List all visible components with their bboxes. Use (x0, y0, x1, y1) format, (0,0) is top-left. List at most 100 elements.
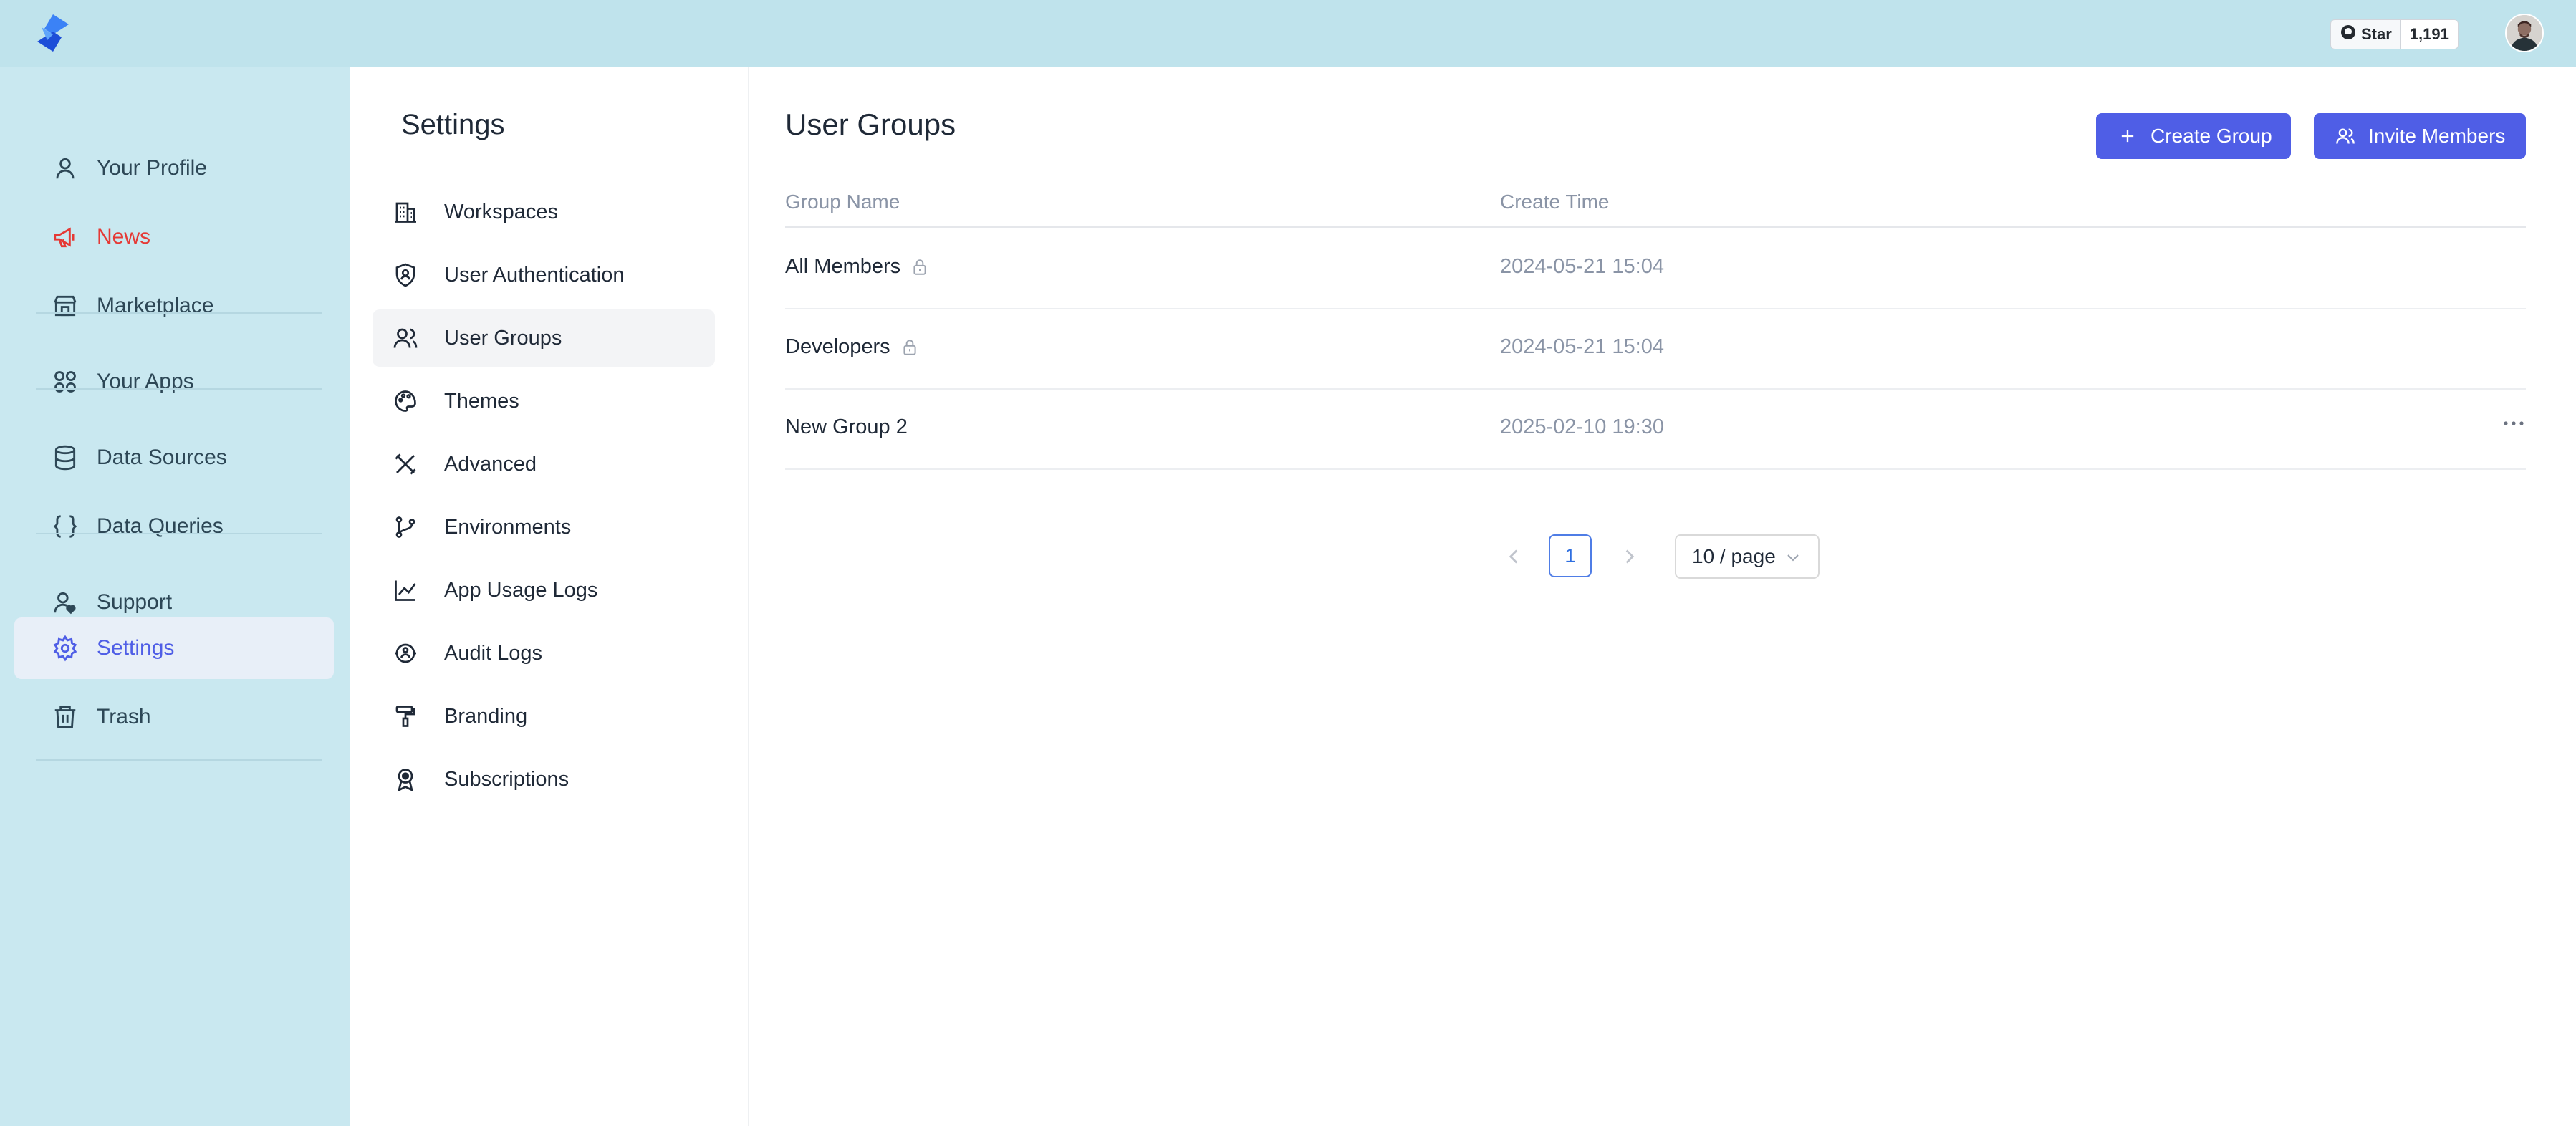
settings-item-app-usage-logs[interactable]: App Usage Logs (373, 562, 715, 619)
settings-item-label: User Authentication (444, 263, 625, 287)
sidebar-item-your-apps[interactable]: Your Apps (14, 351, 334, 413)
table-row[interactable]: Developers 2024-05-21 15:04 (785, 308, 2526, 390)
create-group-button[interactable]: Create Group (2096, 113, 2291, 159)
sidebar-item-label: Data Sources (97, 446, 227, 469)
create-time-cell: 2025-02-10 19:30 (1500, 415, 1664, 438)
settings-item-advanced[interactable]: Advanced (373, 436, 715, 493)
sidebar-item-label: Support (97, 590, 173, 614)
lock-icon (900, 338, 919, 357)
sidebar-divider (36, 759, 322, 761)
badge-icon (393, 766, 418, 792)
database-icon (52, 444, 79, 471)
invite-members-label: Invite Members (2368, 125, 2506, 147)
sidebar-item-label: Settings (97, 636, 175, 660)
store-icon (52, 292, 79, 319)
group-name-cell: New Group 2 (785, 415, 908, 439)
settings-item-user-authentication[interactable]: User Authentication (373, 246, 715, 304)
line-chart-icon (393, 577, 418, 603)
settings-item-subscriptions[interactable]: Subscriptions (373, 751, 715, 808)
github-icon (2340, 24, 2357, 45)
main-content: User Groups Create Group Invite Members … (785, 67, 2526, 1126)
sidebar-divider (36, 533, 322, 534)
sidebar-item-news[interactable]: News (14, 206, 334, 268)
settings-menu: Settings Workspaces User Authentication … (350, 67, 749, 1126)
current-page-button[interactable]: 1 (1549, 534, 1592, 577)
group-name: All Members (785, 255, 901, 278)
sidebar-item-trash[interactable]: Trash (14, 686, 334, 748)
users-icon (393, 325, 418, 351)
sidebar-item-label: News (97, 225, 151, 249)
megaphone-icon (52, 223, 79, 251)
palette-icon (393, 388, 418, 414)
chevron-right-icon[interactable] (1618, 544, 1642, 569)
settings-item-label: Environments (444, 515, 572, 539)
column-header-group-name: Group Name (785, 191, 900, 213)
settings-item-label: Workspaces (444, 200, 559, 223)
page-size-select[interactable]: 10 / page (1675, 534, 1820, 579)
sidebar-divider (36, 312, 322, 314)
chevron-down-icon (1784, 548, 1802, 565)
create-time-cell: 2024-05-21 15:04 (1500, 335, 1664, 358)
github-star-widget[interactable]: Star 1,191 (2330, 19, 2459, 49)
sidebar-item-label: Trash (97, 705, 151, 728)
user-icon (52, 155, 79, 182)
paint-roller-icon (393, 703, 418, 729)
sidebar-item-label: Marketplace (97, 294, 214, 317)
shield-user-icon (393, 262, 418, 288)
building-icon (393, 199, 418, 225)
settings-item-themes[interactable]: Themes (373, 372, 715, 430)
trash-icon (52, 703, 79, 731)
settings-item-label: Themes (444, 389, 519, 413)
more-options-icon[interactable] (2501, 413, 2526, 434)
table-row[interactable]: All Members 2024-05-21 15:04 (785, 228, 2526, 309)
github-star-count: 1,191 (2400, 20, 2458, 49)
sidebar-item-label: Data Queries (97, 514, 224, 538)
sidebar-item-label: Your Profile (97, 156, 207, 180)
braces-icon (52, 513, 79, 540)
support-user-icon (52, 589, 79, 616)
column-header-create-time: Create Time (1500, 191, 1610, 213)
settings-title: Settings (401, 109, 505, 140)
sidebar-item-data-sources[interactable]: Data Sources (14, 427, 334, 489)
group-name: New Group 2 (785, 415, 908, 438)
create-group-label: Create Group (2150, 125, 2272, 147)
pagination: 1 10 / page (785, 534, 2526, 580)
plus-icon (2118, 126, 2138, 146)
users-icon (2335, 126, 2355, 146)
group-name: Developers (785, 335, 890, 358)
left-sidebar: Your Profile News Marketplace Your Apps … (0, 67, 350, 1126)
sidebar-item-your-profile[interactable]: Your Profile (14, 138, 334, 199)
settings-item-label: Subscriptions (444, 767, 569, 791)
settings-item-label: App Usage Logs (444, 578, 598, 602)
audit-eye-icon (393, 640, 418, 666)
settings-item-user-groups[interactable]: User Groups (373, 309, 715, 367)
sidebar-item-settings[interactable]: Settings (14, 617, 334, 679)
settings-item-label: Advanced (444, 452, 537, 476)
settings-item-branding[interactable]: Branding (373, 688, 715, 745)
settings-item-label: User Groups (444, 326, 562, 350)
apps-grid-icon (52, 368, 79, 395)
invite-members-button[interactable]: Invite Members (2314, 113, 2526, 159)
lock-icon (910, 258, 929, 276)
chevron-left-icon[interactable] (1501, 544, 1526, 569)
create-time-cell: 2024-05-21 15:04 (1500, 255, 1664, 278)
git-branch-icon (393, 514, 418, 540)
table-row[interactable]: New Group 2 2025-02-10 19:30 (785, 388, 2526, 470)
page-size-value: 10 / page (1692, 545, 1776, 567)
sidebar-divider (36, 388, 322, 390)
gear-icon (52, 635, 79, 662)
top-bar: Star 1,191 (0, 0, 2576, 67)
group-name-cell: Developers (785, 335, 919, 359)
table-header: Group Name Create Time (785, 191, 2526, 228)
sidebar-item-marketplace[interactable]: Marketplace (14, 275, 334, 337)
settings-item-workspaces[interactable]: Workspaces (373, 183, 715, 241)
sidebar-item-label: Your Apps (97, 370, 194, 393)
tools-icon (393, 451, 418, 477)
settings-item-environments[interactable]: Environments (373, 499, 715, 556)
user-avatar[interactable] (2505, 14, 2544, 52)
sidebar-item-data-queries[interactable]: Data Queries (14, 496, 334, 557)
settings-item-label: Audit Logs (444, 641, 543, 665)
app-logo-icon[interactable] (32, 11, 75, 54)
settings-item-audit-logs[interactable]: Audit Logs (373, 625, 715, 682)
group-name-cell: All Members (785, 255, 929, 279)
